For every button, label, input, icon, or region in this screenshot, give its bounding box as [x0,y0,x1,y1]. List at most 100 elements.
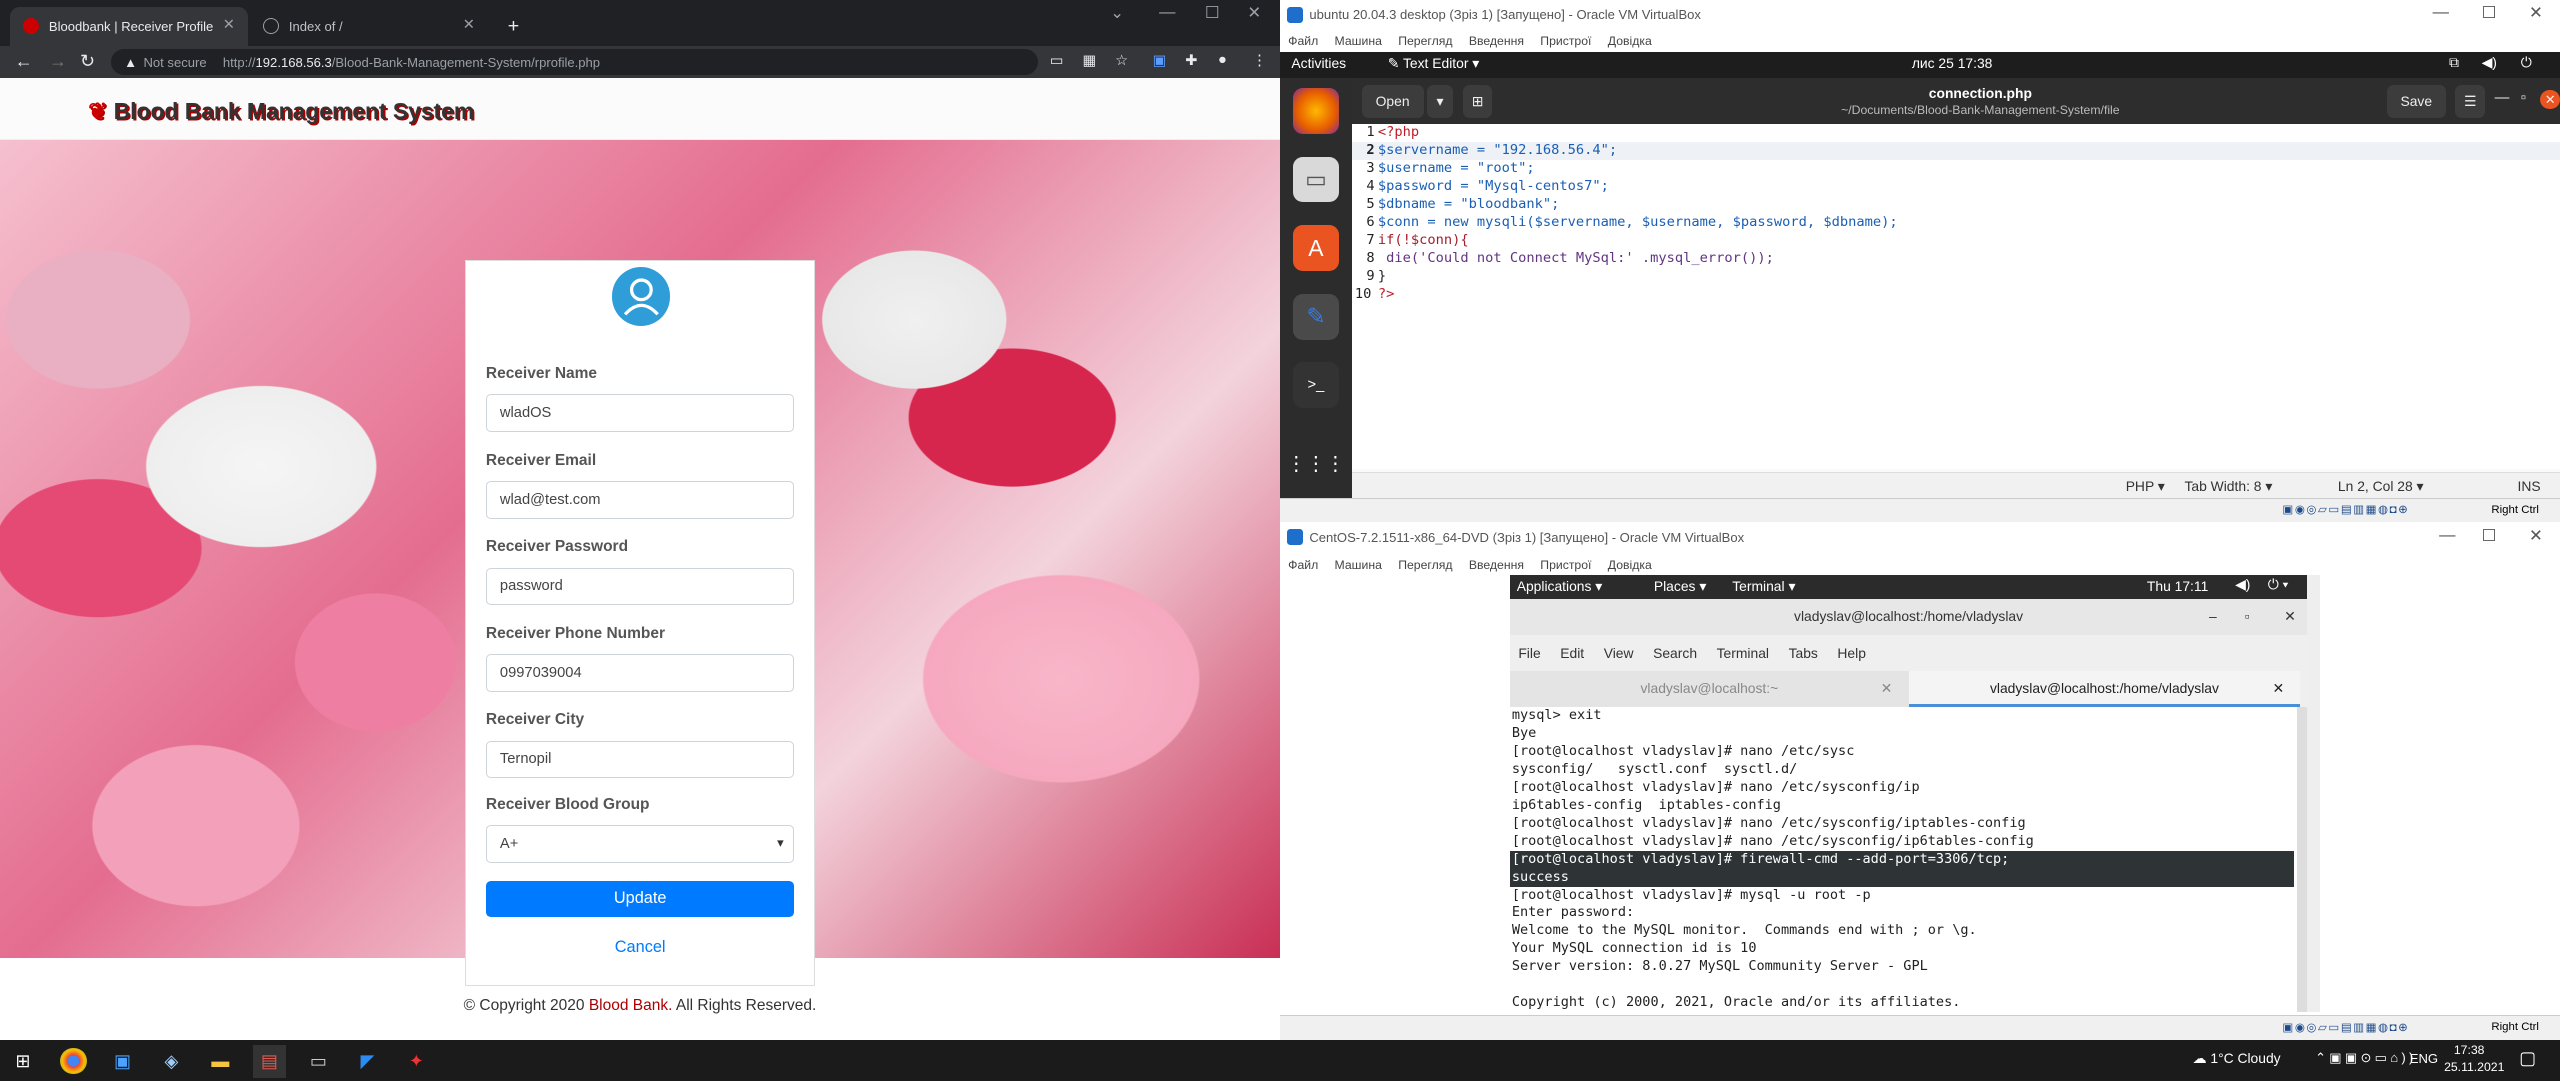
app-taskbar-icon[interactable]: ✦ [400,1045,433,1078]
new-tab-button[interactable]: + [495,7,528,46]
menu-devices[interactable]: Пристрої [1540,558,1591,572]
term-menu-help[interactable]: Help [1837,645,1866,661]
close-tab-icon[interactable]: ✕ [463,16,475,33]
receiver-phone-input[interactable]: 0997039004 [485,654,795,692]
close-icon[interactable]: ✕ [2540,89,2560,110]
text-editor-icon[interactable]: ✎ [1293,293,1339,340]
menu-file[interactable]: Файл [1288,558,1318,572]
menu-kebab-icon[interactable]: ⋮ [1252,52,1267,69]
language-indicator[interactable]: ENG [2410,1051,2438,1066]
reload-icon[interactable]: ↻ [80,51,95,72]
terminal-taskbar-icon[interactable]: ▭ [302,1045,335,1078]
gnome-clock[interactable]: Thu 17:11 [2147,578,2208,594]
bookmark-star-icon[interactable]: ☆ [1115,52,1128,69]
files-icon[interactable]: ▭ [1293,156,1339,203]
maximize-icon[interactable]: ☐ [1205,3,1220,23]
site-brand[interactable]: ❦ Blood Bank Management System [88,98,474,125]
maximize-icon[interactable]: ☐ [2482,526,2497,546]
terminal-scrollbar[interactable] [2297,706,2307,1013]
places-menu[interactable]: Places ▾ [1654,578,1706,595]
address-bar[interactable]: ▲ Not secure http:// 192.168.56.3 /Blood… [111,48,1039,76]
minimize-icon[interactable]: – [2209,599,2217,635]
menu-file[interactable]: Файл [1288,34,1318,48]
receiver-name-input[interactable]: wladOS [485,394,795,432]
maximize-icon[interactable]: ☐ [2482,3,2497,23]
notifications-icon[interactable]: ▢ [2519,1048,2536,1069]
minimize-icon[interactable]: — [2495,90,2510,106]
close-tab-icon[interactable]: ✕ [2272,671,2284,707]
term-menu-view[interactable]: View [1604,645,1634,661]
close-icon[interactable]: ✕ [2284,599,2296,635]
clock-date[interactable]: 25.11.2021 [2444,1060,2504,1074]
forward-icon[interactable]: → [49,51,67,72]
menu-devices[interactable]: Пристрої [1540,34,1591,48]
menu-input[interactable]: Введення [1469,34,1524,48]
back-icon[interactable]: ← [15,51,33,72]
term-menu-file[interactable]: File [1518,645,1540,661]
new-document-icon[interactable]: ⊞ [1462,84,1493,118]
close-window-icon[interactable]: ✕ [2529,3,2543,23]
save-button[interactable]: Save [2386,84,2446,118]
vm-scrollbar[interactable] [2306,574,2320,1013]
footer-brand-link[interactable]: Blood Bank. [589,997,673,1014]
cursor-position[interactable]: Ln 2, Col 28 ▾ [2338,478,2424,495]
tab-index-of[interactable]: Index of / ✕ [250,7,488,46]
term-menu-terminal[interactable]: Terminal [1717,645,1769,661]
power-icon[interactable]: ⏻ ▾ [2268,576,2289,593]
menu-view[interactable]: Перегляд [1398,558,1452,572]
tray-icons[interactable]: ⌃▣▣⊙▭⌂)) [2315,1050,2417,1066]
tab-width-selector[interactable]: Tab Width: 8 ▾ [2184,478,2272,495]
qr-icon[interactable]: ▦ [1082,52,1096,69]
tab-receiver-profile[interactable]: Bloodbank | Receiver Profile ✕ [9,6,249,46]
install-icon[interactable]: ▭ [1050,52,1064,69]
tab-search-icon[interactable]: ⌄ [1110,3,1124,23]
activities-button[interactable]: Activities [1291,55,1346,71]
minimize-icon[interactable]: — [2433,3,2449,22]
menu-machine[interactable]: Машина [1335,558,1382,572]
maximize-icon[interactable]: ▫ [2245,599,2250,635]
volume-icon[interactable]: ◀) [2235,576,2250,593]
minimize-icon[interactable]: — [1159,3,1175,22]
file-explorer-icon[interactable]: ▬ [204,1045,237,1078]
windows-start-icon[interactable]: ⊞ [7,1045,40,1078]
hamburger-menu-icon[interactable]: ☰ [2455,84,2485,118]
text-editor-app-menu[interactable]: ✎ Text Editor ▾ [1388,55,1480,72]
menu-help[interactable]: Довідка [1608,558,1652,572]
menu-view[interactable]: Перегляд [1398,34,1452,48]
update-button[interactable]: Update [485,880,795,917]
close-tab-icon[interactable]: ✕ [223,16,235,33]
term-menu-search[interactable]: Search [1653,645,1697,661]
terminal-tab-vladyslav[interactable]: vladyslav@localhost:/home/vladyslav ✕ [1908,671,2301,707]
terminal-output[interactable]: mysql> exit Bye [root@localhost vladysla… [1510,706,2298,1013]
receiver-email-input[interactable]: wlad@test.com [485,480,795,519]
applications-menu[interactable]: Applications ▾ [1517,578,1603,595]
open-menu-chevron-icon[interactable]: ▾ [1426,84,1454,118]
clock-time[interactable]: 17:38 [2454,1043,2485,1057]
vbox-device-icons[interactable]: ▣◉◎▱▭▤▥▦◍◘⊕ [2282,502,2409,516]
chrome-taskbar-icon[interactable] [60,1048,87,1075]
insert-mode[interactable]: INS [2518,478,2541,494]
profile-avatar-icon[interactable]: ● [1218,52,1227,68]
minimize-icon[interactable]: — [2439,526,2455,545]
terminal-app-menu[interactable]: Terminal ▾ [1732,578,1795,595]
translate-icon[interactable]: ▣ [1153,52,1167,69]
bloodbank-taskbar-icon[interactable]: ▤ [253,1044,286,1078]
terminal-icon[interactable]: >_ [1293,362,1339,409]
vbox-device-icons[interactable]: ▣◉◎▱▭▤▥▦◍◘⊕ [2282,1020,2409,1034]
extensions-icon[interactable]: ✚ [1185,52,1197,69]
software-icon[interactable]: A [1293,225,1339,271]
language-selector[interactable]: PHP ▾ [2126,478,2165,495]
vscode-taskbar-icon[interactable]: ◤ [351,1045,384,1078]
receiver-city-input[interactable]: Ternopil [485,740,795,779]
volume-icon[interactable]: ◀) [2482,54,2497,71]
network-icon[interactable]: ⧉ [2449,54,2459,71]
cancel-link[interactable]: Cancel [486,938,795,957]
menu-help[interactable]: Довідка [1608,34,1652,48]
term-menu-edit[interactable]: Edit [1560,645,1584,661]
receiver-password-input[interactable]: password [485,567,795,606]
store-taskbar-icon[interactable]: ▣ [106,1045,139,1078]
blood-group-select[interactable]: A+ ▾ [485,825,795,863]
weather-widget[interactable]: ☁ 1°C Cloudy [2193,1050,2281,1067]
open-button[interactable]: Open [1361,84,1424,118]
show-apps-icon[interactable]: ⋮⋮⋮ [1287,441,1346,487]
